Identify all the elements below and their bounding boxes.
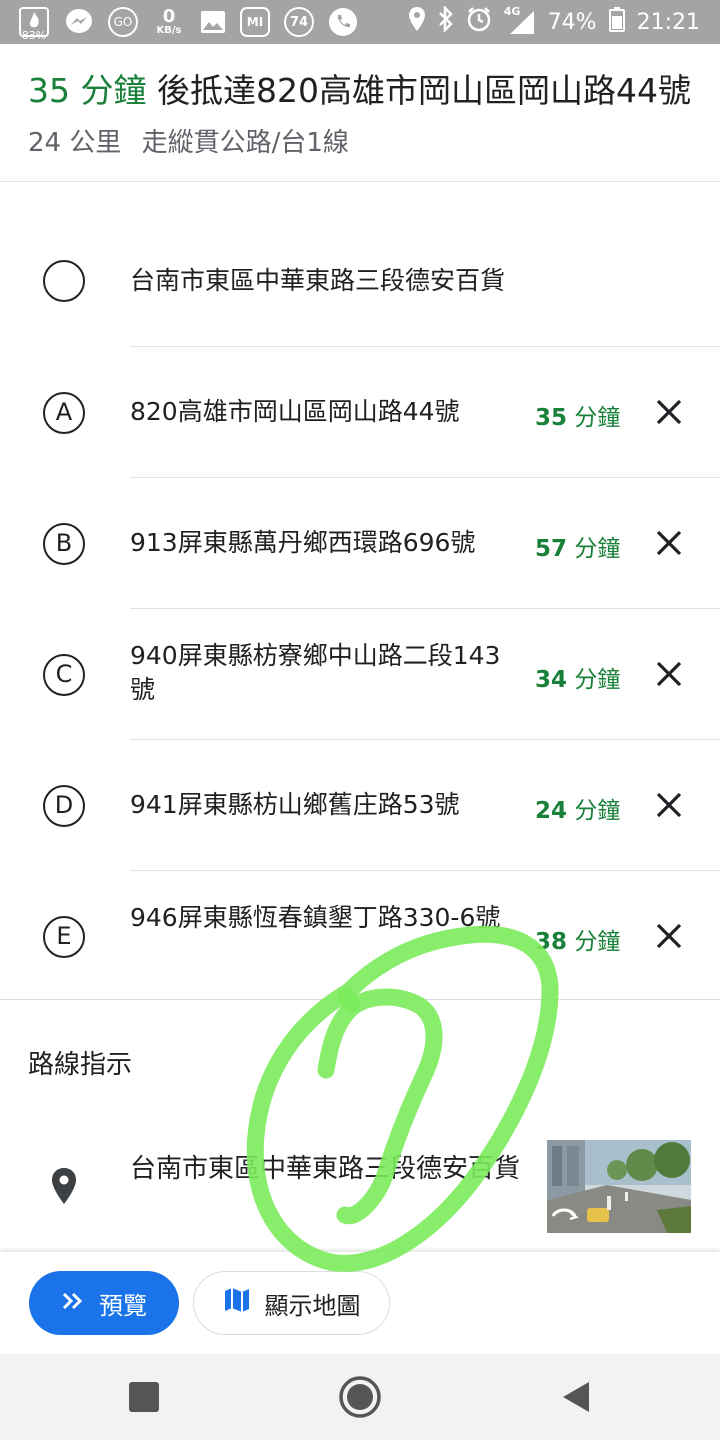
- direction-step[interactable]: 台南市東區中華東路三段德安百貨: [0, 1132, 720, 1242]
- stop-time: 24 分鐘: [535, 791, 620, 825]
- back-triangle-icon[interactable]: [553, 1374, 599, 1420]
- system-navigation-bar: [0, 1354, 720, 1440]
- double-chevron-right-icon: [61, 1289, 85, 1317]
- speed-value: 0: [162, 6, 176, 27]
- route-destination: 後抵達820高雄市岡山區岡山路44號: [146, 71, 691, 110]
- location-icon: [408, 6, 426, 38]
- stop-time-unit: 分鐘: [567, 798, 621, 824]
- stop-time: 34 分鐘: [535, 660, 620, 694]
- fire-icon: 83%: [18, 6, 50, 42]
- home-circle-icon[interactable]: [337, 1374, 383, 1420]
- directions-heading: 路線指示: [28, 1050, 133, 1080]
- stop-time: 35 分鐘: [535, 398, 620, 432]
- battery-percent: 74%: [547, 9, 597, 35]
- status-bar: 83% GO 0 KB/s MI 74 4G 74% 21:21: [0, 0, 720, 44]
- marker-d-icon: D: [43, 785, 85, 827]
- stop-time-value: 38: [535, 929, 568, 955]
- stop-d[interactable]: D 941屏東縣枋山鄉舊庄路53號 24 分鐘: [0, 740, 720, 871]
- section-divider: [0, 999, 720, 1000]
- weather-74-icon: 74: [284, 7, 314, 37]
- speed-unit: KB/s: [156, 25, 182, 36]
- marker-c-icon: C: [43, 654, 85, 696]
- remove-stop-d-icon[interactable]: [650, 786, 688, 824]
- stop-time: 57 分鐘: [535, 529, 620, 563]
- stop-time-unit: 分鐘: [567, 929, 621, 955]
- preview-label: 預覽: [99, 1291, 147, 1320]
- street-view-thumbnail[interactable]: [547, 1140, 691, 1233]
- stop-time-value: 34: [535, 667, 568, 693]
- route-via: 走縱貫公路/台1線: [141, 128, 349, 158]
- recents-square-icon[interactable]: [121, 1374, 167, 1420]
- marker-b-icon: B: [43, 523, 85, 565]
- stop-address: 940屏東縣枋寮鄉中山路二段143號: [130, 641, 501, 704]
- route-subtitle: 24 公里 走縱貫公路/台1線: [28, 122, 361, 159]
- stop-b[interactable]: B 913屏東縣萬丹鄉西環路696號 57 分鐘: [0, 478, 720, 609]
- show-map-button[interactable]: 顯示地圖: [193, 1271, 390, 1335]
- stop-address: 941屏東縣枋山鄉舊庄路53號: [130, 790, 460, 819]
- place-pin-icon: [50, 1166, 78, 1210]
- direction-step-text: 台南市東區中華東路三段德安百貨: [130, 1154, 521, 1184]
- remove-stop-a-icon[interactable]: [650, 393, 688, 431]
- show-map-label: 顯示地圖: [264, 1291, 361, 1320]
- bluetooth-icon: [438, 4, 454, 38]
- go-icon: GO: [108, 7, 138, 37]
- route-duration: 35 分鐘: [28, 71, 147, 110]
- stop-a[interactable]: A 820高雄市岡山區岡山路44號 35 分鐘: [0, 347, 720, 478]
- mi-icon: MI: [240, 7, 270, 37]
- stop-time-value: 24: [535, 798, 568, 824]
- remove-stop-c-icon[interactable]: [650, 655, 688, 693]
- messenger-icon: [64, 7, 94, 37]
- stop-time-unit: 分鐘: [567, 536, 621, 562]
- alarm-icon: [466, 6, 492, 38]
- stop-e[interactable]: E 946屏東縣恆春鎮墾丁路330-6號 38 分鐘: [0, 871, 720, 1002]
- stop-c[interactable]: C 940屏東縣枋寮鄉中山路二段143號 34 分鐘: [0, 609, 720, 740]
- stop-address: 913屏東縣萬丹鄉西環路696號: [130, 528, 476, 557]
- phone-icon: [328, 7, 358, 37]
- status-bar-notifications: 83% GO 0 KB/s MI 74: [18, 6, 358, 42]
- remove-stop-e-icon[interactable]: [650, 917, 688, 955]
- marker-a-icon: A: [43, 392, 85, 434]
- data-speed-icon: 0 KB/s: [152, 8, 186, 36]
- stop-time: 38 分鐘: [535, 922, 620, 956]
- fire-badge-text: 83%: [21, 29, 47, 42]
- image-icon: [200, 10, 226, 34]
- origin-circle-icon: [43, 260, 85, 302]
- stop-time-value: 57: [535, 536, 568, 562]
- stop-origin[interactable]: 台南市東區中華東路三段德安百貨: [0, 216, 720, 347]
- battery-icon: [608, 6, 625, 38]
- route-summary-header: 35 分鐘 後抵達820高雄市岡山區岡山路44號 24 公里 走縱貫公路/台1線: [0, 44, 720, 182]
- status-bar-system: 4G 74% 21:21: [408, 4, 700, 38]
- stop-address: 820高雄市岡山區岡山路44號: [130, 397, 460, 426]
- stop-address: 台南市東區中華東路三段德安百貨: [130, 266, 506, 295]
- preview-button[interactable]: 預覽: [29, 1271, 179, 1335]
- bottom-action-bar: 預覽 顯示地圖: [0, 1252, 720, 1354]
- map-icon: [223, 1286, 251, 1320]
- stop-time-unit: 分鐘: [567, 405, 621, 431]
- route-title: 35 分鐘 後抵達820高雄市岡山區岡山路44號: [28, 64, 708, 112]
- stop-time-value: 35: [535, 405, 568, 431]
- clock: 21:21: [636, 9, 700, 35]
- stop-time-unit: 分鐘: [567, 667, 621, 693]
- signal-icon: 4G: [504, 6, 536, 35]
- marker-e-icon: E: [43, 916, 85, 958]
- stop-address: 946屏東縣恆春鎮墾丁路330-6號: [130, 903, 501, 932]
- remove-stop-b-icon[interactable]: [650, 524, 688, 562]
- route-distance: 24 公里: [28, 128, 122, 158]
